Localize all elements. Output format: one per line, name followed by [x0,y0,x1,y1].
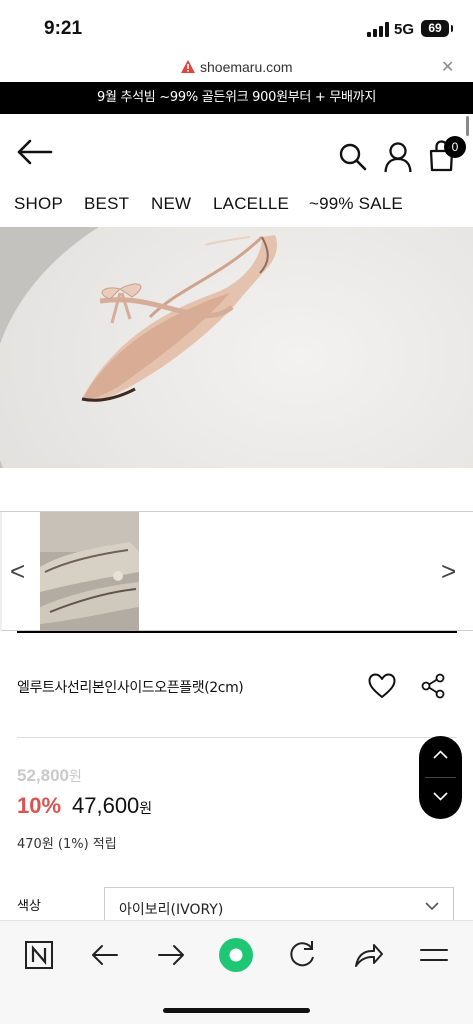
nav-item-sale[interactable]: ~99% SALE [309,194,403,214]
chevron-down-icon [425,902,439,911]
address-bar[interactable]: shoemaru.com ✕ [0,52,473,82]
color-option-label: 색상 [17,899,41,914]
category-nav: SHOP BEST NEW LACELLE ~99% SALE [0,194,473,227]
battery-level: 69 [428,21,442,35]
shoe-photo [0,227,473,468]
discount-rate: 10% [17,793,62,818]
scrollbar[interactable] [466,116,469,136]
sale-price: 47,600원 [72,793,152,819]
thumb-prev-button[interactable]: < [10,556,25,587]
close-icon[interactable]: ✕ [441,57,454,76]
warning-icon [181,60,195,73]
product-name: 엘루트사선리본인사이드오픈플랫(2cm) [17,680,244,696]
url-text: shoemaru.com [200,59,293,75]
title-divider [17,631,457,633]
scroll-buttons [419,736,462,819]
nav-item-new[interactable]: NEW [151,194,191,214]
battery-icon: 69 [421,20,453,37]
thumbnail-strip: < > [0,511,473,631]
promo-banner[interactable]: 9월 추석빔 ~99% 골든위크 900원부터 + 무배까지 [0,82,473,114]
thumb-shoe-photo [40,512,139,631]
green-dot-icon[interactable] [218,937,254,973]
nav-item-best[interactable]: BEST [84,194,129,214]
search-icon[interactable] [338,142,368,172]
original-price: 52,800원 [17,766,82,786]
site-header [0,114,473,194]
network-type: 5G [394,21,415,38]
sale-price-value: 47,600 [72,793,140,818]
original-price-unit: 원 [69,769,82,785]
signal-icon [367,22,389,37]
scroll-up-icon[interactable] [433,750,448,759]
cart-count-badge[interactable]: 0 [444,136,466,158]
back-icon[interactable] [87,937,123,973]
info-divider [17,737,457,738]
thumbnail-image[interactable] [40,512,139,631]
forward-icon[interactable] [153,937,189,973]
thumb-next-button[interactable]: > [441,556,456,587]
product-main-image[interactable] [0,227,473,468]
nav-item-shop[interactable]: SHOP [14,194,63,214]
share-arrow-icon[interactable] [350,937,386,973]
naver-home-icon[interactable] [21,937,57,973]
user-icon[interactable] [383,141,413,173]
status-bar: 9:21 5G 69 [0,0,473,52]
back-arrow-icon[interactable] [16,138,54,166]
scroll-down-icon[interactable] [433,792,448,801]
sale-price-unit: 원 [139,801,153,817]
status-time: 9:21 [44,18,83,39]
original-price-value: 52,800 [17,766,69,785]
heart-icon[interactable] [368,673,396,699]
reward-points: 470원 (1%) 적립 [17,837,117,852]
refresh-icon[interactable] [284,937,320,973]
nav-item-lacelle[interactable]: LACELLE [213,194,289,214]
color-select-value: 아이보리(IVORY) [119,902,224,918]
home-indicator[interactable] [163,1008,310,1013]
menu-icon[interactable] [416,937,452,973]
share-icon[interactable] [420,673,446,699]
